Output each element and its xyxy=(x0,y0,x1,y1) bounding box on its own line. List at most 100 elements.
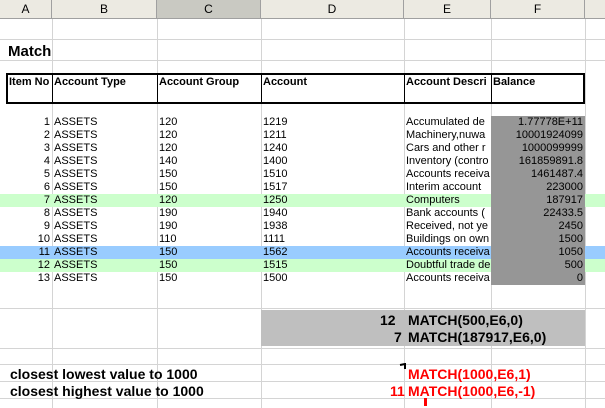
table-row[interactable]: 7 ASSETS 120 1250 Computers 187917 xyxy=(0,194,605,207)
item-no-cell[interactable]: 5 xyxy=(8,168,50,181)
column-header-a[interactable]: A xyxy=(0,0,52,19)
account-type-cell[interactable]: ASSETS xyxy=(54,233,156,246)
account-type-cell[interactable]: ASSETS xyxy=(54,116,156,129)
account-cell[interactable]: 1938 xyxy=(263,220,403,233)
account-group-cell[interactable]: 190 xyxy=(159,220,260,233)
balance-cell[interactable]: 223000 xyxy=(491,181,585,194)
item-no-cell[interactable]: 7 xyxy=(8,194,50,207)
account-description-cell[interactable]: Received, not ye xyxy=(406,220,491,233)
account-group-cell[interactable]: 150 xyxy=(159,246,260,259)
item-no-cell[interactable]: 3 xyxy=(8,142,50,155)
account-group-cell[interactable]: 140 xyxy=(159,155,260,168)
account-cell[interactable]: 1562 xyxy=(263,246,403,259)
account-description-cell[interactable]: Buildings on own xyxy=(406,233,491,246)
item-no-cell[interactable]: 11 xyxy=(8,246,50,259)
account-type-cell[interactable]: ASSETS xyxy=(54,155,156,168)
item-no-cell[interactable]: 12 xyxy=(8,259,50,272)
column-header-b[interactable]: B xyxy=(52,0,157,19)
balance-cell[interactable]: 1000099999 xyxy=(491,142,585,155)
account-cell[interactable]: 1111 xyxy=(263,233,403,246)
table-row[interactable]: 6 ASSETS 150 1517 Interim account 223000 xyxy=(0,181,605,194)
balance-cell[interactable]: 1.77778E+11 xyxy=(491,116,585,129)
table-row[interactable]: 9 ASSETS 190 1938 Received, not ye 2450 xyxy=(0,220,605,233)
account-cell[interactable]: 1517 xyxy=(263,181,403,194)
account-description-cell[interactable]: Doubtful trade de xyxy=(406,259,491,272)
table-row[interactable]: 10 ASSETS 110 1111 Buildings on own 1500 xyxy=(0,233,605,246)
account-type-cell[interactable]: ASSETS xyxy=(54,272,156,285)
account-description-cell[interactable]: Accounts receiva xyxy=(406,246,491,259)
account-description-cell[interactable]: Accounts receiva xyxy=(406,168,491,181)
account-group-cell[interactable]: 150 xyxy=(159,168,260,181)
account-group-cell[interactable]: 190 xyxy=(159,207,260,220)
table-row[interactable]: 1 ASSETS 120 1219 Accumulated de 1.77778E+11 xyxy=(0,116,605,129)
account-description-cell[interactable]: Machinery,nuwa xyxy=(406,129,491,142)
account-type-cell[interactable]: ASSETS xyxy=(54,207,156,220)
account-cell[interactable]: 1940 xyxy=(263,207,403,220)
item-no-cell[interactable]: 8 xyxy=(8,207,50,220)
account-cell[interactable]: 1400 xyxy=(263,155,403,168)
balance-cell[interactable]: 1461487.4 xyxy=(491,168,585,181)
balance-cell[interactable]: 22433.5 xyxy=(491,207,585,220)
item-no-cell[interactable]: 10 xyxy=(8,233,50,246)
account-description-cell[interactable]: Interim account xyxy=(406,181,491,194)
account-type-cell[interactable]: ASSETS xyxy=(54,168,156,181)
item-no-cell[interactable]: 1 xyxy=(8,116,50,129)
balance-cell[interactable]: 500 xyxy=(491,259,585,272)
account-description-cell[interactable]: Cars and other r xyxy=(406,142,491,155)
account-group-cell[interactable]: 150 xyxy=(159,259,260,272)
account-cell[interactable]: 1515 xyxy=(263,259,403,272)
account-cell[interactable]: 1240 xyxy=(263,142,403,155)
account-type-cell[interactable]: ASSETS xyxy=(54,220,156,233)
column-header-e[interactable]: E xyxy=(404,0,491,19)
item-no-cell[interactable]: 2 xyxy=(8,129,50,142)
account-type-cell[interactable]: ASSETS xyxy=(54,181,156,194)
balance-cell[interactable]: 161859891.8 xyxy=(491,155,585,168)
account-cell[interactable]: 1500 xyxy=(263,272,403,285)
balance-cell[interactable]: 2450 xyxy=(491,220,585,233)
account-group-cell[interactable]: 120 xyxy=(159,194,260,207)
table-row[interactable]: 13 ASSETS 150 1500 Accounts receiva 0 xyxy=(0,272,605,285)
account-type-cell[interactable]: ASSETS xyxy=(54,142,156,155)
account-description-cell[interactable]: Accumulated de xyxy=(406,116,491,129)
account-group-cell[interactable]: 110 xyxy=(159,233,260,246)
column-header-g[interactable] xyxy=(585,0,605,19)
account-group-cell[interactable]: 120 xyxy=(159,116,260,129)
table-row[interactable]: 2 ASSETS 120 1211 Machinery,nuwa 10001924099 xyxy=(0,129,605,142)
item-no-cell[interactable]: 6 xyxy=(8,181,50,194)
account-description-cell[interactable]: Accounts receiva xyxy=(406,272,491,285)
account-cell[interactable]: 1211 xyxy=(263,129,403,142)
table-row[interactable]: 4 ASSETS 140 1400 Inventory (contro 161859891… xyxy=(0,155,605,168)
item-no-cell[interactable]: 13 xyxy=(8,272,50,285)
item-no-cell[interactable]: 9 xyxy=(8,220,50,233)
balance-cell[interactable]: 1050 xyxy=(491,246,585,259)
account-group-cell[interactable]: 150 xyxy=(159,181,260,194)
column-header-d[interactable]: D xyxy=(261,0,404,19)
column-header-c[interactable]: C xyxy=(157,0,261,19)
red-mark xyxy=(424,398,427,406)
table-row[interactable]: 5 ASSETS 150 1510 Accounts receiva 1461487.4 xyxy=(0,168,605,181)
column-header-f[interactable]: F xyxy=(491,0,585,19)
account-description-cell[interactable]: Bank accounts ( xyxy=(406,207,491,220)
account-description-cell[interactable]: Computers xyxy=(406,194,491,207)
table-row[interactable]: 8 ASSETS 190 1940 Bank accounts (22433.5 xyxy=(0,207,605,220)
account-cell[interactable]: 1510 xyxy=(263,168,403,181)
table-row[interactable]: 3 ASSETS 120 1240 Cars and other r 1000099999 xyxy=(0,142,605,155)
balance-cell[interactable]: 187917 xyxy=(491,194,585,207)
account-type-cell[interactable]: ASSETS xyxy=(54,259,156,272)
account-group-cell[interactable]: 150 xyxy=(159,272,260,285)
account-type-cell[interactable]: ASSETS xyxy=(54,194,156,207)
account-cell[interactable]: 1219 xyxy=(263,116,403,129)
account-group-cell[interactable]: 120 xyxy=(159,129,260,142)
table-right-border xyxy=(583,73,585,104)
balance-cell[interactable]: 1500 xyxy=(491,233,585,246)
account-type-cell[interactable]: ASSETS xyxy=(54,246,156,259)
balance-cell[interactable]: 10001924099 xyxy=(491,129,585,142)
account-type-cell[interactable]: ASSETS xyxy=(54,129,156,142)
account-description-cell[interactable]: Inventory (contro xyxy=(406,155,491,168)
account-cell[interactable]: 1250 xyxy=(263,194,403,207)
account-group-cell[interactable]: 120 xyxy=(159,142,260,155)
table-row[interactable]: 11 ASSETS 150 1562 Accounts receiva 1050 xyxy=(0,246,605,259)
item-no-cell[interactable]: 4 xyxy=(8,155,50,168)
table-row[interactable]: 12 ASSETS 150 1515 Doubtful trade de 500 xyxy=(0,259,605,272)
balance-cell[interactable]: 0 xyxy=(491,272,585,285)
